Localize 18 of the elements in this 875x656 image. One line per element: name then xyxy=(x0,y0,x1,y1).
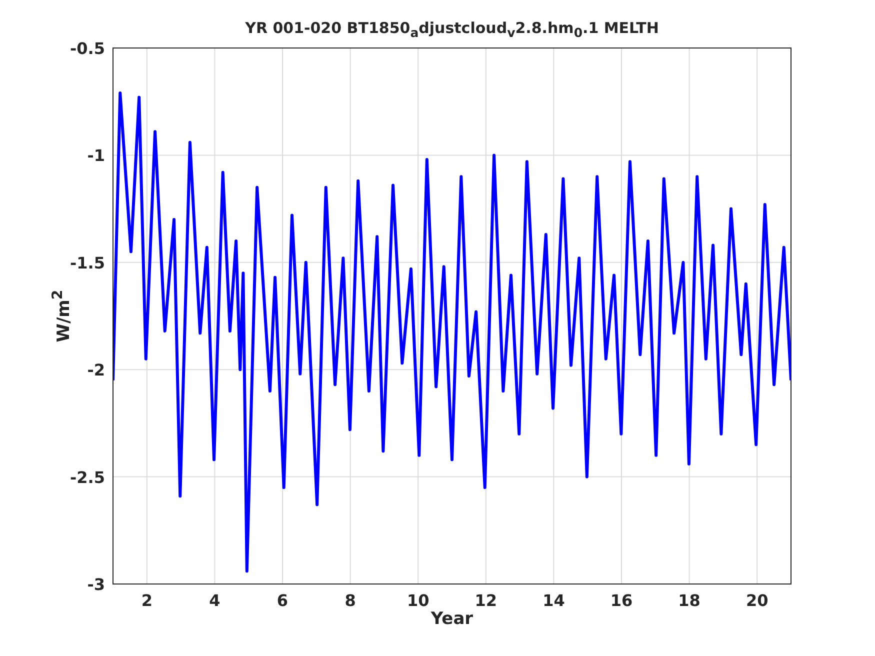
tick-label: -2.5 xyxy=(70,468,105,487)
tick-label: -2 xyxy=(87,360,105,380)
tick-label: -1.5 xyxy=(70,253,105,272)
tick-label: 16 xyxy=(610,591,633,610)
tick-label: 2 xyxy=(141,591,152,610)
tick-label: 8 xyxy=(344,591,356,610)
chart-title: YR 001-020 BT1850$_{a}$djustcloud$_{v}$2.8.hm$_{0}$.1 MELTH xyxy=(244,18,660,42)
tick-label: 10 xyxy=(406,591,430,610)
tick-label: -1 xyxy=(87,146,105,166)
tick-label: -3 xyxy=(87,575,105,594)
tick-label: 20 xyxy=(746,591,768,610)
tick-label: 18 xyxy=(678,591,700,610)
tick-label: 6 xyxy=(276,591,288,610)
tick-label: -0.5 xyxy=(70,39,105,58)
tick-label: 4 xyxy=(209,591,220,610)
tick-label: 14 xyxy=(542,591,565,610)
tick-label: 12 xyxy=(474,591,498,610)
axis-label: Year xyxy=(430,609,474,629)
